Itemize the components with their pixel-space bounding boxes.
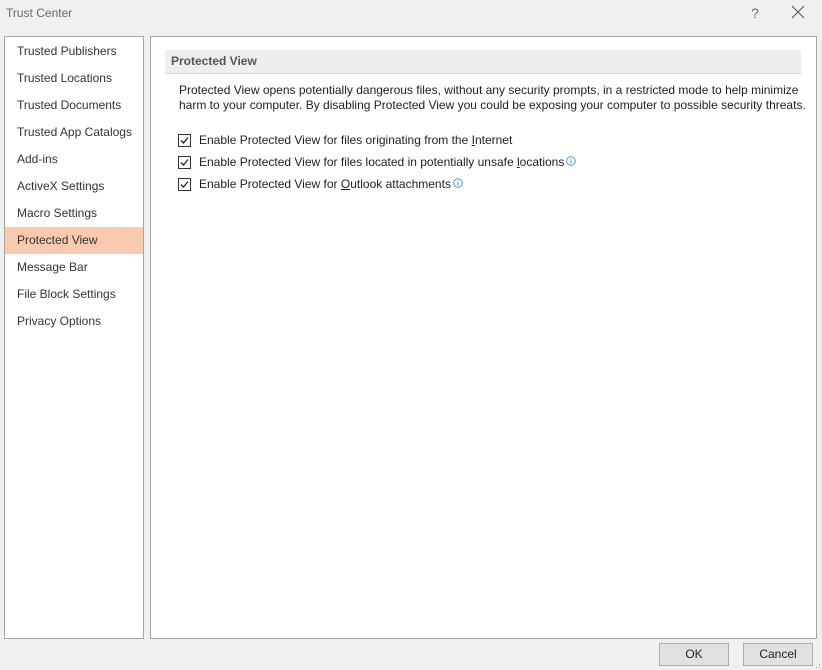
sidebar-item-macro-settings[interactable]: Macro Settings xyxy=(5,200,143,227)
label-text: Enable Protected View for files located … xyxy=(199,155,517,169)
sidebar: Trusted Publishers Trusted Locations Tru… xyxy=(4,36,144,639)
internet-files-label: Enable Protected View for files originat… xyxy=(199,133,512,147)
sidebar-item-protected-view[interactable]: Protected View xyxy=(5,227,143,254)
outlook-attachments-checkbox[interactable] xyxy=(178,177,191,191)
unsafe-locations-label: Enable Protected View for files located … xyxy=(199,155,564,169)
checkmark-icon xyxy=(180,158,189,166)
checkmark-icon xyxy=(180,136,189,144)
close-button[interactable] xyxy=(786,3,810,23)
sidebar-item-activex-settings[interactable]: ActiveX Settings xyxy=(5,173,143,200)
sidebar-item-file-block-settings[interactable]: File Block Settings xyxy=(5,281,143,308)
checkmark-icon xyxy=(180,180,189,188)
sidebar-item-trusted-publishers[interactable]: Trusted Publishers xyxy=(5,38,143,65)
label-text: ocations xyxy=(519,155,565,169)
window-title: Trust Center xyxy=(6,6,73,20)
accelerator-key: O xyxy=(340,177,351,191)
info-icon[interactable] xyxy=(566,155,577,169)
ok-button[interactable]: OK xyxy=(659,643,729,666)
internet-files-checkbox[interactable] xyxy=(178,133,191,147)
option-internet-files[interactable]: Enable Protected View for files originat… xyxy=(178,131,512,149)
outlook-attachments-label: Enable Protected View for Outlook attach… xyxy=(199,177,451,191)
label-text: Enable Protected View for files originat… xyxy=(199,133,472,147)
sidebar-item-trusted-documents[interactable]: Trusted Documents xyxy=(5,92,143,119)
label-text: nternet xyxy=(474,133,513,147)
sidebar-item-trusted-app-catalogs[interactable]: Trusted App Catalogs xyxy=(5,119,143,146)
label-text: utlook attachments xyxy=(350,177,451,191)
sidebar-item-message-bar[interactable]: Message Bar xyxy=(5,254,143,281)
unsafe-locations-checkbox[interactable] xyxy=(178,155,191,169)
main-panel: Protected View Protected View opens pote… xyxy=(150,36,817,639)
option-outlook-attachments[interactable]: Enable Protected View for Outlook attach… xyxy=(178,175,463,193)
section-title: Protected View xyxy=(171,54,257,68)
resize-grip-icon[interactable] xyxy=(813,661,821,669)
sidebar-item-privacy-options[interactable]: Privacy Options xyxy=(5,308,143,335)
section-header: Protected View xyxy=(165,50,801,74)
info-icon[interactable] xyxy=(453,177,463,191)
sidebar-item-trusted-locations[interactable]: Trusted Locations xyxy=(5,65,143,92)
close-icon xyxy=(791,5,805,19)
sidebar-item-add-ins[interactable]: Add-ins xyxy=(5,146,143,173)
cancel-button[interactable]: Cancel xyxy=(743,643,813,666)
label-text: Enable Protected View for xyxy=(199,177,341,191)
option-unsafe-locations[interactable]: Enable Protected View for files located … xyxy=(178,153,577,171)
description-text: Protected View opens potentially dangero… xyxy=(179,83,806,112)
title-bar: Trust Center ? xyxy=(0,0,822,28)
help-button[interactable]: ? xyxy=(744,3,766,23)
